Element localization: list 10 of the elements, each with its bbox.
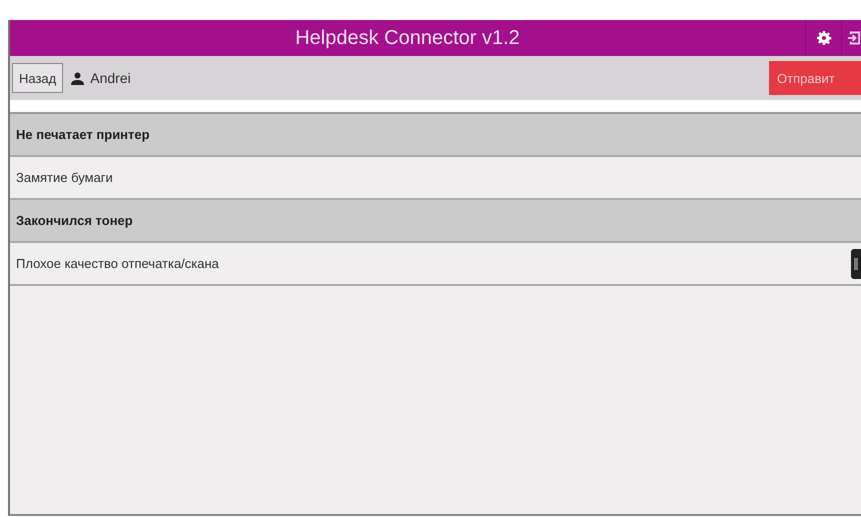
handle-icon[interactable] (851, 249, 861, 279)
user-icon (71, 72, 84, 84)
settings-icon (816, 30, 832, 46)
list-item[interactable]: Не печатает принтер (10, 114, 861, 157)
sign-in-icon (847, 30, 861, 46)
logout-button[interactable] (841, 20, 861, 56)
user-name: Andrei (90, 70, 131, 86)
window-title: Helpdesk Connector v1.2 (294, 26, 521, 50)
list-item[interactable]: Закончился тонер (10, 200, 861, 243)
back-button[interactable]: Назад (12, 63, 64, 93)
